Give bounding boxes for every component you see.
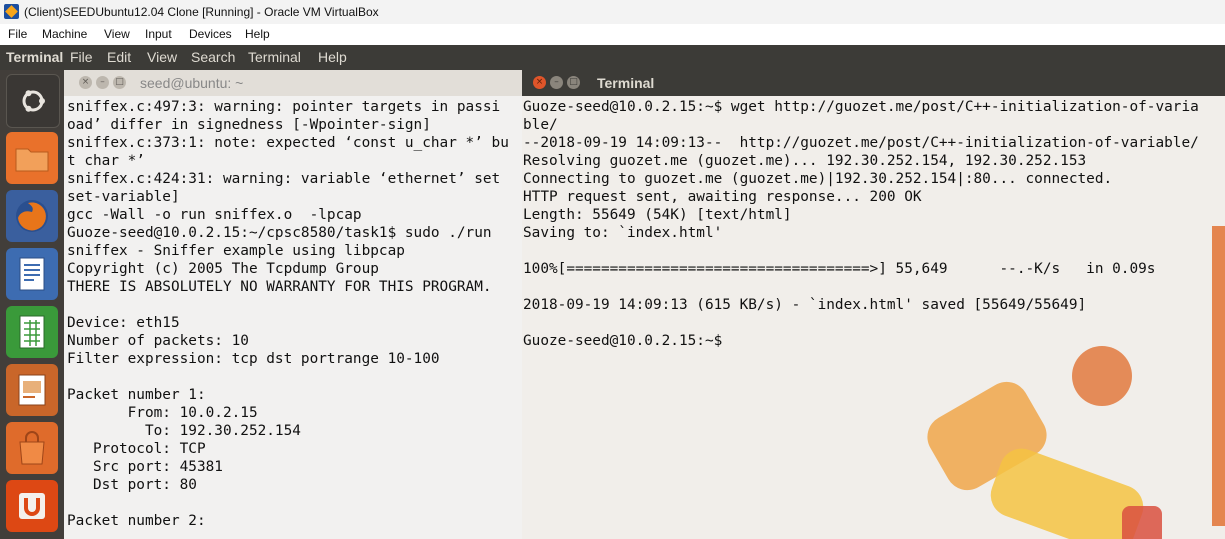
terminal-left-titlebar[interactable]: × – □ seed@ubuntu: ~	[64, 70, 522, 96]
launcher-ubuntu-one[interactable]	[6, 480, 58, 532]
menu-help[interactable]: Help	[245, 27, 270, 41]
terminal-line: THERE IS ABSOLUTELY NO WARRANTY FOR THIS…	[67, 279, 492, 295]
terminal-line: To: 192.30.252.154	[67, 423, 301, 439]
virtualbox-menu-bar: File Machine View Input Devices Help	[0, 24, 1225, 46]
terminal-right-output[interactable]: Guoze-seed@10.0.2.15:~$ wget http://guoz…	[522, 96, 1225, 539]
terminal-line: From: 10.0.2.15	[67, 405, 258, 421]
wallpaper-shape	[1122, 506, 1162, 539]
guest-menu-help[interactable]: Help	[318, 49, 347, 65]
terminal-line: Dst port: 80	[67, 477, 197, 493]
virtualbox-title-bar: (Client)SEEDUbuntu12.04 Clone [Running] …	[0, 0, 1225, 25]
terminal-line: Saving to: `index.html'	[523, 225, 723, 241]
menu-view[interactable]: View	[104, 27, 130, 41]
terminal-line: Number of packets: 10	[67, 333, 249, 349]
terminal-line: Protocol: TCP	[67, 441, 206, 457]
launcher-firefox[interactable]	[6, 190, 58, 242]
virtualbox-logo-icon	[4, 4, 19, 19]
terminal-line: ble/	[523, 117, 558, 133]
menu-devices[interactable]: Devices	[189, 27, 232, 41]
firefox-icon	[6, 190, 58, 242]
unity-launcher	[0, 70, 64, 539]
writer-document-icon	[6, 248, 58, 300]
terminal-line: Resolving guozet.me (guozet.me)... 192.3…	[523, 153, 1087, 169]
terminal-line: sniffex.c:373:1: note: expected ‘const u…	[67, 135, 509, 151]
terminal-line: sniffex - Sniffer example using libpcap	[67, 243, 405, 259]
active-app-name: Terminal	[6, 49, 64, 65]
launcher-writer[interactable]	[6, 248, 58, 300]
launcher-software-center[interactable]	[6, 422, 58, 474]
menu-file[interactable]: File	[8, 27, 27, 41]
guest-top-panel: Terminal File Edit View Search Terminal …	[0, 45, 1225, 70]
terminal-right-titlebar[interactable]: × – □ Terminal	[522, 70, 1225, 96]
shopping-bag-icon	[6, 422, 58, 474]
menu-machine[interactable]: Machine	[42, 27, 87, 41]
folder-icon	[6, 132, 58, 184]
terminal-line: Device: eth15	[67, 315, 180, 331]
terminal-line: Packet number 2:	[67, 513, 206, 529]
terminal-window-right[interactable]: × – □ Terminal Guoze-seed@10.0.2.15:~$ w…	[522, 70, 1225, 539]
terminal-line: set-variable]	[67, 189, 180, 205]
terminal-left-output[interactable]: sniffex.c:497:3: warning: pointer target…	[67, 98, 522, 539]
minimize-icon[interactable]: –	[96, 76, 109, 89]
terminal-line: Connecting to guozet.me (guozet.me)|192.…	[523, 171, 1113, 187]
menu-input[interactable]: Input	[145, 27, 172, 41]
launcher-calc[interactable]	[6, 306, 58, 358]
terminal-line: Filter expression: tcp dst portrange 10-…	[67, 351, 440, 367]
terminal-line: sniffex.c:497:3: warning: pointer target…	[67, 99, 501, 115]
terminal-prompt-line[interactable]: Guoze-seed@10.0.2.15:~$	[523, 332, 1199, 350]
minimize-icon[interactable]: –	[550, 76, 563, 89]
terminal-line: 2018-09-19 14:09:13 (615 KB/s) - `index.…	[523, 297, 1087, 313]
maximize-icon[interactable]: □	[113, 76, 126, 89]
guest-menu-edit[interactable]: Edit	[107, 49, 131, 65]
terminal-line: Length: 55649 (54K) [text/html]	[523, 207, 792, 223]
terminal-line: --2018-09-19 14:09:13-- http://guozet.me…	[523, 135, 1199, 151]
guest-menu-search[interactable]: Search	[191, 49, 235, 65]
terminal-line: Packet number 1:	[67, 387, 206, 403]
terminal-line: Guoze-seed@10.0.2.15:~$ wget http://guoz…	[523, 99, 1199, 115]
maximize-icon[interactable]: □	[567, 76, 580, 89]
launcher-files[interactable]	[6, 132, 58, 184]
terminal-left-title: seed@ubuntu: ~	[140, 75, 244, 91]
close-icon[interactable]: ×	[79, 76, 92, 89]
terminal-line: oad’ differ in signedness [-Wpointer-sig…	[67, 117, 431, 133]
ubuntu-one-icon	[6, 480, 58, 532]
terminal-window-left[interactable]: × – □ seed@ubuntu: ~ sniffex.c:497:3: wa…	[64, 70, 522, 539]
launcher-impress[interactable]	[6, 364, 58, 416]
terminal-line: Copyright (c) 2005 The Tcpdump Group	[67, 261, 379, 277]
ubuntu-logo-icon	[7, 75, 59, 127]
close-icon[interactable]: ×	[533, 76, 546, 89]
launcher-dash-home[interactable]	[6, 74, 60, 128]
terminal-right-title: Terminal	[597, 75, 655, 91]
impress-presentation-icon	[6, 364, 58, 416]
guest-menu-file[interactable]: File	[70, 49, 93, 65]
guest-menu-terminal[interactable]: Terminal	[248, 49, 301, 65]
terminal-line: Src port: 45381	[67, 459, 223, 475]
terminal-progress-line: 100%[===================================…	[523, 261, 1156, 277]
terminal-line: HTTP request sent, awaiting response... …	[523, 189, 922, 205]
calc-spreadsheet-icon	[6, 306, 58, 358]
wallpaper-shape	[1212, 226, 1225, 526]
window-title: (Client)SEEDUbuntu12.04 Clone [Running] …	[24, 5, 379, 19]
terminal-line: t char *’	[67, 153, 145, 169]
guest-menu-view[interactable]: View	[147, 49, 177, 65]
terminal-line: Guoze-seed@10.0.2.15:~/cpsc8580/task1$ s…	[67, 225, 492, 241]
terminal-line: sniffex.c:424:31: warning: variable ‘eth…	[67, 171, 501, 187]
wallpaper-shape	[1072, 346, 1132, 406]
terminal-line: gcc -Wall -o run sniffex.o -lpcap	[67, 207, 362, 223]
